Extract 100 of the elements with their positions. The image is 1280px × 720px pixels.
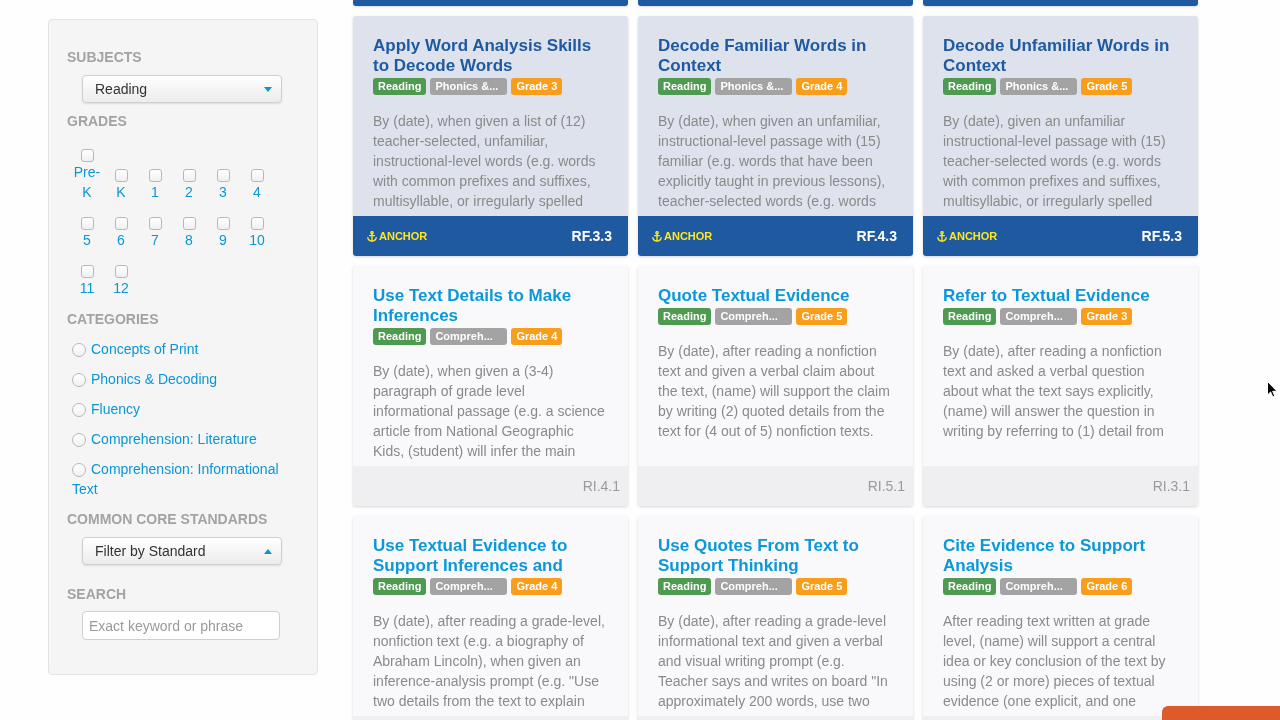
grade-checkbox[interactable] <box>250 217 264 230</box>
category-option[interactable]: Concepts of Print <box>67 339 199 359</box>
section-heading: COMMON CORE STANDARDS <box>67 510 268 529</box>
radio-button[interactable] <box>72 343 86 357</box>
radio-button[interactable] <box>72 373 86 387</box>
standard-code: RI.5.1 <box>867 478 905 494</box>
category-tag: Reading <box>373 578 427 595</box>
standard-card[interactable] <box>638 16 913 256</box>
category-tag: Grade 3 <box>511 78 563 95</box>
category-tag: Grade 4 <box>511 578 563 595</box>
standard-card[interactable] <box>638 516 913 720</box>
card-title[interactable]: Decode Familiar Words in Context <box>658 36 893 76</box>
grade-label[interactable]: 10 <box>249 230 265 250</box>
category-option[interactable]: Phonics & Decoding <box>67 369 218 389</box>
dropdown-select[interactable]: Reading <box>82 75 282 103</box>
grade-label[interactable]: 4 <box>253 182 261 202</box>
card-title[interactable]: Quote Textual Evidence <box>658 286 850 306</box>
card-title[interactable]: Use Textual Evidence to Support Inferences and <box>373 536 608 576</box>
radio-button[interactable] <box>72 463 86 477</box>
card-title[interactable]: Use Quotes From Text to Support Thinking <box>658 536 893 576</box>
grade-checkbox[interactable] <box>216 217 230 230</box>
standard-code: RI.4.1 <box>582 478 620 494</box>
radio-button[interactable] <box>72 433 86 447</box>
card-description: By (date), after reading a nonfiction text and asked a verbal question about what the text says explicitly, (name) will answer the question in writing by referring to (1) detail from <box>943 342 1165 441</box>
category-tag: Grade 4 <box>796 78 848 95</box>
category-tag: Compreh... <box>1000 308 1078 325</box>
card-title[interactable]: Refer to Textual Evidence <box>943 286 1150 306</box>
category-tag: Phonics &... <box>1000 78 1078 95</box>
category-tag: Compreh... <box>715 578 793 595</box>
standard-card[interactable] <box>353 266 628 506</box>
category-tag: Reading <box>658 308 712 325</box>
grade-label[interactable]: Pre-K <box>70 162 104 202</box>
radio-button[interactable] <box>72 403 86 417</box>
grade-checkbox[interactable] <box>114 169 128 182</box>
category-tag: Phonics &... <box>430 78 508 95</box>
category-tag: Compreh... <box>1000 578 1078 595</box>
card-title[interactable]: Apply Word Analysis Skills to Decode Words <box>373 36 608 76</box>
anchor-icon <box>652 230 662 242</box>
grade-checkbox[interactable] <box>182 217 196 230</box>
grade-checkbox[interactable] <box>80 265 94 278</box>
grade-label[interactable]: 11 <box>79 278 95 298</box>
grade-label[interactable]: 6 <box>117 230 125 250</box>
standard-card[interactable] <box>638 266 913 506</box>
category-tag: Reading <box>373 78 427 95</box>
anchor-label: ANCHOR <box>379 230 428 242</box>
grade-checkbox[interactable] <box>80 149 94 162</box>
section-heading: SEARCH <box>67 585 127 604</box>
standard-card[interactable] <box>923 16 1198 256</box>
grade-label[interactable]: K <box>116 182 126 202</box>
card-description: After reading text written at grade level, (name) will support a central idea or key conclusion of the text by using (2 or more) pieces of textual evidence (one explicit, and one <box>943 612 1167 711</box>
standard-card[interactable] <box>923 516 1198 720</box>
card-description: By (date), after reading a grade-level informational text and given a verbal and visual writing prompt (e.g. Teacher says and writes on board "In approximately 200 words, use two <box>658 612 889 711</box>
grade-checkbox[interactable] <box>148 169 162 182</box>
grade-label[interactable]: 5 <box>83 230 91 250</box>
card-description: By (date), when given a list of (12) teacher-selected, unfamiliar, instructional-level words (e.g. words with common prefixes and suffixes, multisyllable, or irregularly spelled <box>373 112 597 211</box>
grade-label[interactable]: 2 <box>185 182 193 202</box>
anchor-icon <box>367 230 377 242</box>
standard-card[interactable] <box>923 266 1198 506</box>
grade-label[interactable]: 8 <box>185 230 193 250</box>
category-tag: Grade 4 <box>511 328 563 345</box>
grade-label[interactable]: 1 <box>151 182 159 202</box>
grade-checkbox[interactable] <box>250 169 264 182</box>
category-option[interactable]: Fluency <box>67 399 141 419</box>
category-tag: Reading <box>373 328 427 345</box>
category-tag: Compreh... <box>715 308 793 325</box>
search-field[interactable]: Exact keyword or phrase <box>82 611 280 640</box>
anchor-icon <box>937 230 947 242</box>
corner-tab[interactable] <box>1162 706 1280 720</box>
card-description: By (date), after reading a grade-level, nonfiction text (e.g. a biography of Abraham Lincoln), when given an inference-analysis prompt (e.g. "Use two details from the text to explain <box>373 612 606 711</box>
card-title[interactable]: Use Text Details to Make Inferences <box>373 286 608 326</box>
grade-checkbox[interactable] <box>148 217 162 230</box>
section-heading: SUBJECTS <box>67 48 142 67</box>
standard-code: RF.4.3 <box>856 228 897 244</box>
section-heading: CATEGORIES <box>67 310 159 329</box>
grade-checkbox[interactable] <box>114 217 128 230</box>
grade-checkbox[interactable] <box>182 169 196 182</box>
grade-label[interactable]: 7 <box>151 230 159 250</box>
grade-checkbox[interactable] <box>216 169 230 182</box>
category-option[interactable]: Comprehension: Informational Text <box>67 459 299 499</box>
anchor-label: ANCHOR <box>664 230 713 242</box>
card-description: By (date), after reading a nonfiction text and given a verbal claim about the text, (name) will support the claim by writing (2) quoted details from the text for (4 out of 5) nonfiction texts. <box>658 342 891 441</box>
category-tag: Compreh... <box>430 578 508 595</box>
anchor-label: ANCHOR <box>949 230 998 242</box>
standard-code: RF.5.3 <box>1141 228 1182 244</box>
card-description: By (date), when given a (3-4) paragraph of grade level informational passage (e.g. a science article from National Geographic Kids, (student) will infer the main <box>373 362 606 461</box>
standard-card[interactable] <box>353 16 628 256</box>
standard-card[interactable] <box>353 516 628 720</box>
grade-label[interactable]: 9 <box>219 230 227 250</box>
card-title[interactable]: Cite Evidence to Support Analysis <box>943 536 1178 576</box>
card-title[interactable]: Decode Unfamiliar Words in Context <box>943 36 1178 76</box>
category-tag: Reading <box>943 78 997 95</box>
grade-checkbox[interactable] <box>114 265 128 278</box>
grade-checkbox[interactable] <box>80 217 94 230</box>
grade-label[interactable]: 3 <box>219 182 227 202</box>
category-tag: Grade 5 <box>1081 78 1133 95</box>
dropdown-select[interactable]: Filter by Standard <box>82 537 282 565</box>
grade-label[interactable]: 12 <box>113 278 129 298</box>
category-option[interactable]: Comprehension: Literature <box>67 429 257 449</box>
category-tag: Reading <box>658 578 712 595</box>
section-heading: GRADES <box>67 112 127 131</box>
